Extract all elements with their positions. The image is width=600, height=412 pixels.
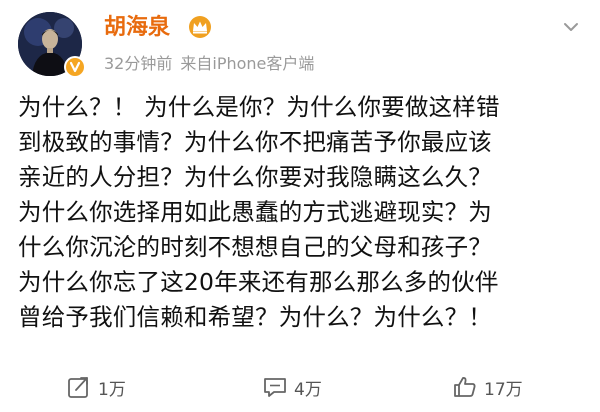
post-text-line: 为什么你忘了这20年来还有那么那么多的伙伴 xyxy=(18,268,499,296)
repost-button[interactable]: 1万 xyxy=(66,372,126,402)
post-text-line: 为什么你选择用如此愚蠢的方式逃避现实？为 xyxy=(18,198,492,226)
post-header: 胡海泉 32分钟前 来自iPhone客户端 xyxy=(0,0,600,90)
post-text-line: 为什么？！ 为什么是你？为什么你要做这样错 xyxy=(18,93,500,121)
like-icon xyxy=(454,377,476,397)
like-count: 17万 xyxy=(484,379,523,400)
crown-icon xyxy=(189,16,211,38)
repost-icon xyxy=(68,377,88,398)
post-time: 32分钟前 xyxy=(104,54,173,73)
post-text-line: 曾给予我们信赖和希望？为什么？为什么？！ xyxy=(18,303,492,331)
post-text-line: 亲近的人分担？为什么你要对我隐瞒这么久？ xyxy=(18,163,492,191)
post-source: 来自iPhone客户端 xyxy=(180,54,315,73)
username[interactable]: 胡海泉 xyxy=(104,14,170,42)
verified-badge xyxy=(64,56,86,78)
post-text-line: 到极致的事情？为什么你不把痛苦予你最应该 xyxy=(18,128,492,156)
verified-v-icon xyxy=(69,61,81,73)
comment-count: 4万 xyxy=(294,379,322,400)
like-button[interactable]: 17万 xyxy=(452,372,523,402)
comment-icon xyxy=(264,378,286,397)
action-bar: 1万 4万 17万 xyxy=(0,362,600,412)
post-text: 为什么？！ 为什么是你？为什么你要做这样错 到极致的事情？为什么你不把痛苦予你最… xyxy=(18,90,588,335)
post-meta: 32分钟前 来自iPhone客户端 xyxy=(104,53,314,75)
post-text-line: 什么你沉沦的时刻不想想自己的父母和孩子？ xyxy=(18,233,492,261)
repost-count: 1万 xyxy=(98,379,126,400)
comment-button[interactable]: 4万 xyxy=(262,372,322,402)
chevron-down-icon[interactable] xyxy=(560,16,582,38)
